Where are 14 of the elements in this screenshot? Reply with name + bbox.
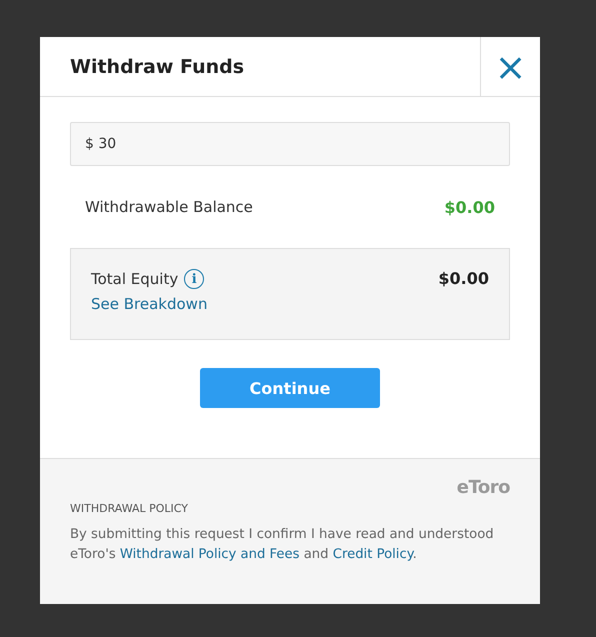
policy-heading: WITHDRAWAL POLICY: [70, 502, 189, 515]
policy-text: By submitting this request I confirm I have read and understood eToro's Withdrawal Policy and Fees and Credit Policy.: [70, 526, 495, 564]
balance-value: $0.00: [444, 198, 495, 216]
balance-label: Withdrawable Balance: [85, 198, 253, 216]
amount-field[interactable]: $ 30: [70, 122, 510, 166]
info-icon[interactable]: i: [184, 269, 204, 289]
breakdown-link[interactable]: See Breakdown: [91, 295, 208, 313]
policy-link[interactable]: Withdrawal Policy and Fees: [120, 547, 300, 562]
equity-value: $0.00: [438, 269, 489, 288]
continue-button[interactable]: Continue: [200, 368, 380, 408]
policy-link[interactable]: Credit Policy: [332, 547, 413, 562]
equity-label: Total Equity: [91, 270, 178, 288]
dialog-title: Withdraw Funds: [69, 54, 246, 80]
logo: eToro: [456, 477, 510, 498]
